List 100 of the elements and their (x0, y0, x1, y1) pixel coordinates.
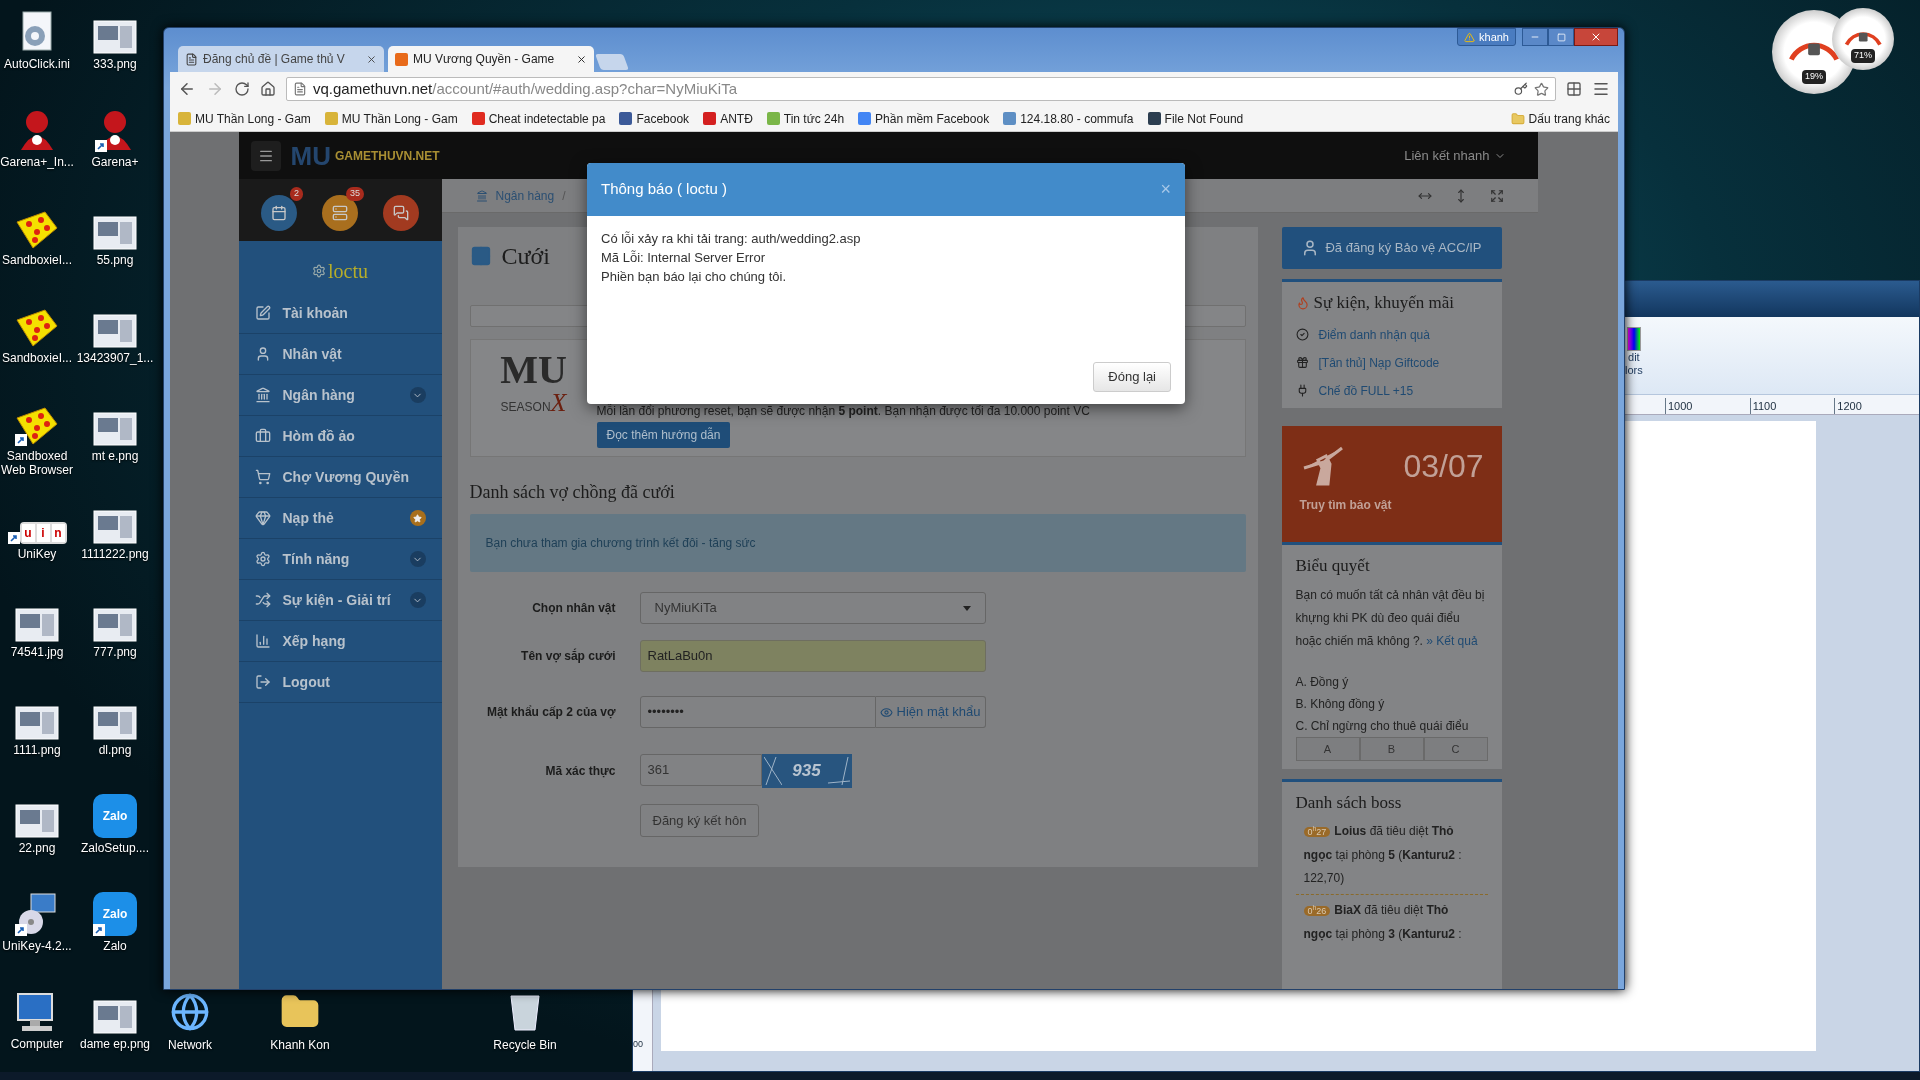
desktop-icon-label: Computer (10, 1037, 64, 1051)
star-icon[interactable] (1534, 81, 1549, 97)
desktop-icon[interactable]: Garena+ (78, 106, 152, 186)
desktop-icon[interactable]: 55.png (78, 204, 152, 284)
desktop-icon[interactable]: Network (150, 992, 230, 1054)
shortcut-button[interactable] (383, 195, 419, 231)
bookmark-folder[interactable]: Dấu trang khác (1510, 109, 1610, 128)
reload-icon[interactable] (234, 81, 250, 97)
qr-code-icon[interactable] (1566, 81, 1582, 97)
close-icon[interactable] (366, 53, 377, 65)
desktop-icon[interactable]: mt e.png (78, 400, 152, 480)
desktop-icon[interactable]: UniKey-4.2... (0, 890, 74, 970)
shortcut-button[interactable] (261, 195, 297, 231)
image-thumbnail-icon (93, 20, 137, 54)
sidebar-item[interactable]: Chợ Vương Quyền (238, 457, 442, 498)
bookmark-link[interactable]: ANTĐ (703, 109, 753, 128)
sidebar-item[interactable]: Sự kiện - Giải trí (238, 580, 442, 621)
user-name[interactable]: loctu (238, 249, 442, 293)
site-favicon-icon (703, 112, 717, 125)
desktop-icon-label: 1111.png (13, 743, 61, 757)
desktop-icon-label: ZaloSetup.... (80, 841, 149, 855)
bookmark-link[interactable]: Tin tức 24h (766, 109, 845, 128)
desktop-icon[interactable]: 333.png (78, 8, 152, 88)
poll-option: B. Không đồng ý (1295, 695, 1488, 713)
image-thumbnail-icon (93, 706, 137, 740)
input-field[interactable]: RatLaBu0n (639, 640, 986, 672)
key-icon[interactable] (1514, 82, 1528, 96)
desktop-icon[interactable]: 22.png (0, 792, 74, 872)
desktop-icon[interactable]: SandboxieI... (0, 302, 74, 382)
breadcrumb-separator: / (562, 187, 566, 205)
desktop-icon[interactable]: SandboxieI... (0, 204, 74, 284)
desktop-icon[interactable]: 1111222.png (78, 498, 152, 578)
sidebar-item[interactable]: Tài khoản (238, 293, 442, 334)
logo-text[interactable]: GAMETHUVN.NET (334, 146, 440, 165)
image-thumbnail-icon (93, 1000, 137, 1034)
desktop-icon-label: SandboxieI... (1, 351, 73, 365)
browser-tab[interactable]: MU Vương Quyền - Game (388, 46, 594, 72)
poll-option: C. Chỉ ngừng cho thuê quái điểu (1295, 717, 1488, 735)
bookmark-link[interactable]: File Not Found (1147, 109, 1244, 128)
gear-icon (254, 551, 271, 567)
briefcase-icon (254, 428, 271, 444)
desktop-icon[interactable]: Garena+_In... (0, 106, 74, 186)
sidebar-item[interactable]: Logout (238, 662, 442, 703)
bookmark-link[interactable]: Facebook (619, 109, 690, 128)
sidebar-item[interactable]: Tính năng (238, 539, 442, 580)
boss-entry: 0$^{h}$26 BiaX đã tiêu diệt Thỏ ngọc tại phòng 3 (Kanturu2 : (1303, 901, 1463, 943)
desktop-icon[interactable]: Zalo ZaloSetup.... (78, 792, 152, 872)
treasure-tile[interactable]: 03/07 Truy tìm bảo vật (1281, 425, 1502, 542)
desktop-icon[interactable]: Zalo Zalo (78, 890, 152, 970)
password-field[interactable]: •••••••• (639, 696, 876, 728)
desktop-icon[interactable]: 1111.png (0, 694, 74, 774)
menu-icon[interactable] (1592, 80, 1610, 98)
chevron-icon (409, 592, 426, 608)
desktop-icon[interactable]: 13423907_1... (78, 302, 152, 382)
desktop-icon-label: UniKey (17, 547, 57, 561)
bookmark-link[interactable]: Cheat indetectable pa (471, 109, 606, 128)
desktop-icon[interactable]: 74541.jpg (0, 596, 74, 676)
browser-tab[interactable]: Đăng chủ đề | Game thủ V (178, 46, 384, 72)
profile-button[interactable]: khanh (1457, 28, 1516, 46)
desktop-icon[interactable]: Khanh Kon (260, 992, 340, 1054)
sidebar-item[interactable]: Ngân hàng (238, 375, 442, 416)
bookmark-link[interactable]: 124.18.80 - commufa (1003, 109, 1134, 128)
desktop-icon[interactable]: Sandboxed Web Browser (0, 400, 74, 480)
sidebar-item[interactable]: Hòm đồ ảo (238, 416, 442, 457)
desktop-icon[interactable]: Computer (0, 988, 74, 1068)
shortcut-button[interactable] (322, 195, 358, 231)
dialog-message: Có lỗi xảy ra khi tải trang: auth/wedding2.asp (601, 231, 862, 246)
bar-chart-icon (254, 633, 271, 649)
desktop-icon[interactable]: 777.png (78, 596, 152, 676)
treasure-label: Truy tìm bảo vật (1299, 496, 1393, 514)
close-icon[interactable] (576, 53, 587, 65)
desktop-icon[interactable]: AutoClick.ini (0, 8, 74, 88)
guide-button[interactable]: Đọc thêm hướng dẫn (596, 422, 731, 448)
address-bar[interactable]: vq.gamethuvn.net/account/#auth/wedding.asp?char=NyMiuKiTa (286, 77, 1556, 101)
minimize-button[interactable] (1522, 28, 1548, 46)
home-icon[interactable] (260, 81, 276, 97)
account-protection-button[interactable]: Đã đăng ký Bảo vệ ACC/IP (1281, 227, 1502, 269)
desktop-icon[interactable]: u i n UniKey (0, 498, 74, 578)
quick-links-dropdown[interactable]: Liên kết nhanh (1404, 145, 1506, 166)
form-label: Mật khẩu cấp 2 của vợ (485, 704, 616, 721)
desktop-icon[interactable]: Recycle Bin (485, 992, 565, 1054)
desktop-icon[interactable]: dl.png (78, 694, 152, 774)
sidebar-item[interactable]: Nạp thẻ (238, 498, 442, 539)
bookmark-link[interactable]: Phần mềm Facebook (858, 109, 990, 128)
sidebar-item[interactable]: Nhân vật (238, 334, 442, 375)
card-title: Danh sách boss (1295, 792, 1403, 814)
menu-toggle-button[interactable] (250, 140, 281, 171)
bank-icon (475, 189, 488, 202)
image-thumbnail-icon (93, 216, 137, 250)
eye-icon (879, 705, 893, 719)
bookmark-link[interactable]: MU Thần Long - Gam (178, 109, 311, 128)
bookmark-link[interactable]: MU Thần Long - Gam (324, 109, 458, 128)
desktop-icon[interactable]: dame ep.png (78, 988, 152, 1068)
desktop-icon-label: SandboxieI... (1, 253, 73, 267)
maximize-button[interactable] (1548, 28, 1574, 46)
close-dialog-button[interactable]: Đóng lại (1093, 362, 1171, 392)
sidebar-item[interactable]: Xếp hạng (238, 621, 442, 662)
page-icon (185, 52, 198, 66)
fullscreen-icon[interactable] (1489, 188, 1504, 203)
back-icon[interactable] (178, 80, 196, 98)
